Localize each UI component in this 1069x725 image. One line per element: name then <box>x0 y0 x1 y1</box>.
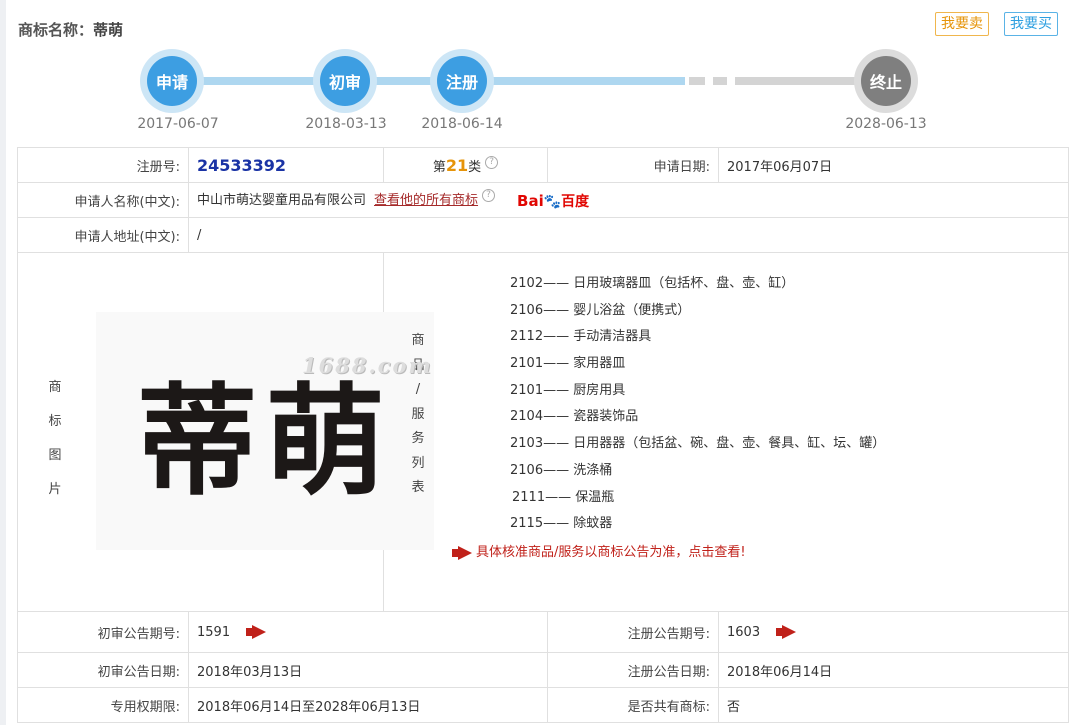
timeline-dash <box>689 77 705 85</box>
timeline-date-apply: 2017-06-07 <box>137 116 219 132</box>
services-cell: 商 品 / 服 务 列 表 1688.com 2102—— 日用玻璃器皿（包括杯… <box>302 252 1069 612</box>
class-prefix: 第 <box>432 159 446 175</box>
baidu-text-cn: 百度 <box>561 193 590 210</box>
timeline-node-terminate: 终止 <box>854 49 918 113</box>
prelim-date-value: 2018年03月13日 <box>188 652 548 688</box>
list-item: 2115—— 除蚊器 <box>510 516 613 531</box>
apply-date-value: 2017年06月07日 <box>718 147 1069 183</box>
table-row: 初审公告日期: 2018年03月13日 注册公告日期: 2018年06月14日 <box>17 652 1069 688</box>
list-item: 2106—— 洗涤桶 <box>510 463 613 478</box>
table-row: 初审公告期号: 1591 注册公告期号: 1603 <box>17 611 1069 653</box>
timeline-node-label: 申请 <box>147 56 197 106</box>
timeline-node-label: 初审 <box>320 56 370 106</box>
megaphone-icon[interactable] <box>246 625 266 639</box>
timeline-date-terminate: 2028-06-13 <box>845 116 927 132</box>
list-item: 2103—— 日用器器（包括盆、碗、盘、壶、餐具、缸、坛、罐） <box>510 436 886 451</box>
services-notice-link[interactable]: 具体核准商品/服务以商标公告为准，点击查看! <box>452 541 746 560</box>
baidu-paw-icon: 🐾 <box>543 193 562 210</box>
help-icon[interactable]: ? <box>482 189 496 203</box>
sell-button[interactable]: 我要卖 <box>935 12 989 36</box>
list-item: 2104—— 瓷器装饰品 <box>510 409 639 424</box>
table-row: 专用权期限: 2018年06月14日至2028年06月13日 是否共有商标: 否 <box>17 687 1069 723</box>
timeline-date-prelim: 2018-03-13 <box>305 116 387 132</box>
table-row: 申请人名称(中文): 中山市萌达婴童用品有限公司 查看他的所有商标? Bai🐾百度 <box>17 182 1069 218</box>
right-period-value: 2018年06月14日至2028年06月13日 <box>188 687 548 723</box>
prelim-no-cell: 1591 <box>188 611 548 653</box>
list-item: 2101—— 厨房用具 <box>510 383 626 398</box>
megaphone-icon[interactable] <box>776 625 796 639</box>
reg-no-value: 24533392 <box>197 155 287 175</box>
applicant-value: 中山市萌达婴童用品有限公司 <box>197 193 367 209</box>
applicant-label: 申请人名称(中文): <box>17 182 189 218</box>
prelim-no-label: 初审公告期号: <box>17 611 189 653</box>
megaphone-icon <box>452 546 472 560</box>
right-period-label: 专用权期限: <box>17 687 189 723</box>
timeline-node-label: 注册 <box>437 56 487 106</box>
page-title: 商标名称：蒂萌 <box>18 19 123 40</box>
buy-button[interactable]: 我要买 <box>1004 12 1058 36</box>
class-suffix: 类 <box>468 159 482 175</box>
reg-pub-no-value: 1603 <box>727 624 761 640</box>
shared-value: 否 <box>718 687 1069 723</box>
left-edge-bar <box>0 0 6 725</box>
list-item: 2106—— 婴儿浴盆（便携式） <box>510 303 691 318</box>
reg-no-label: 注册号: <box>17 147 189 183</box>
reg-pub-no-cell: 1603 <box>718 611 1069 653</box>
reg-pub-date-value: 2018年06月14日 <box>718 652 1069 688</box>
reg-pub-date-label: 注册公告日期: <box>547 652 719 688</box>
reg-no-cell: 24533392 <box>188 147 384 183</box>
timeline-node-label: 终止 <box>861 56 911 106</box>
applicant-cell: 中山市萌达婴童用品有限公司 查看他的所有商标? Bai🐾百度 <box>188 182 1069 218</box>
reg-pub-no-label: 注册公告期号: <box>547 611 719 653</box>
class-number: 21 <box>445 155 469 175</box>
title-label: 商标名称： <box>18 21 94 39</box>
shared-label: 是否共有商标: <box>547 687 719 723</box>
baidu-logo-link[interactable]: Bai🐾百度 <box>517 191 589 211</box>
timeline-date-register: 2018-06-14 <box>421 116 503 132</box>
help-icon[interactable]: ? <box>485 155 499 169</box>
address-value: / <box>188 217 1069 253</box>
notice-text: 具体核准商品/服务以商标公告为准，点击查看! <box>476 545 746 560</box>
list-item: 2102—— 日用玻璃器皿（包括杯、盘、壶、缸） <box>510 276 795 291</box>
list-item: 2101—— 家用器皿 <box>510 356 626 371</box>
list-item: 2111—— 保温瓶 <box>512 490 615 505</box>
address-label: 申请人地址(中文): <box>17 217 189 253</box>
services-list: 1688.com 2102—— 日用玻璃器皿（包括杯、盘、壶、缸） 2106——… <box>302 253 1068 611</box>
all-trademarks-link[interactable]: 查看他的所有商标 <box>374 193 478 208</box>
table-row: 申请人地址(中文): / <box>17 217 1069 253</box>
trademark-info-table: 注册号: 24533392 第21类? 申请日期: 2017年06月07日 申请… <box>17 147 1069 723</box>
trademark-image-area: 蒂萌 <box>18 253 434 611</box>
watermark: 1688.com <box>302 353 433 378</box>
image-cell: 商 标 图 片 蒂萌 <box>17 252 434 612</box>
baidu-text: Bai <box>517 191 544 210</box>
apply-date-label: 申请日期: <box>547 147 719 183</box>
timeline-node-apply: 申请 <box>140 49 204 113</box>
class-cell: 第21类? <box>383 147 548 183</box>
prelim-date-label: 初审公告日期: <box>17 652 189 688</box>
timeline-node-register: 注册 <box>430 49 494 113</box>
table-row: 商 标 图 片 蒂萌 商 品 / 服 务 列 表 1688.com 2102——… <box>17 252 1069 612</box>
trademark-name: 蒂萌 <box>93 21 124 39</box>
list-item: 2112—— 手动清洁器具 <box>510 329 652 344</box>
timeline-dash <box>713 77 727 85</box>
table-row: 注册号: 24533392 第21类? 申请日期: 2017年06月07日 <box>17 147 1069 183</box>
prelim-no-value: 1591 <box>197 624 231 640</box>
timeline-node-prelim: 初审 <box>313 49 377 113</box>
